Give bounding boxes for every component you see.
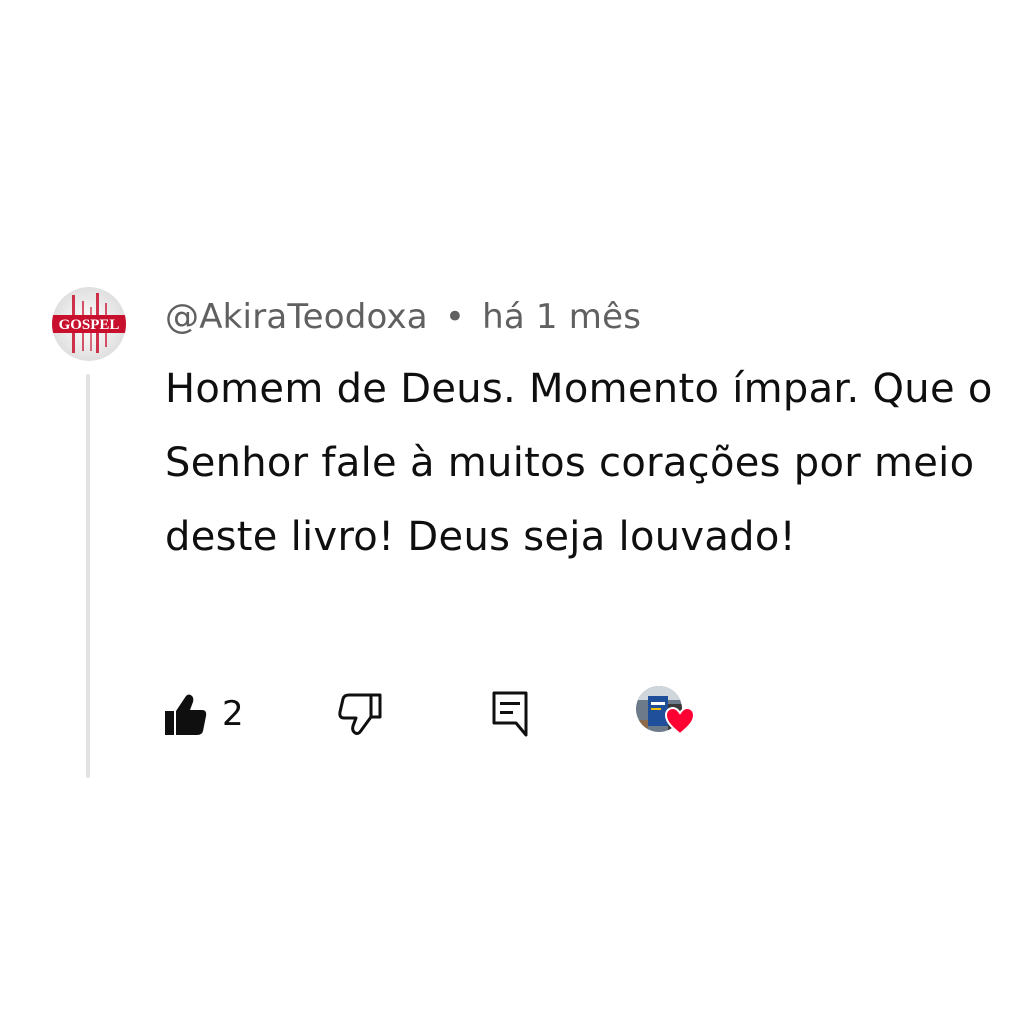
reply-button[interactable] [490, 684, 530, 744]
meta-separator: • [444, 297, 466, 337]
reply-comment-icon [492, 691, 528, 737]
thread-line [86, 374, 90, 778]
gospel-logo-icon: GOSPEL [52, 287, 126, 361]
comment-timestamp[interactable]: há 1 mês [482, 297, 641, 337]
comment-body: Homem de Deus. Momento ímpar. Que o Senh… [165, 366, 993, 560]
creator-heart-icon [664, 706, 696, 736]
comment-meta: @AkiraTeodoxa • há 1 mês [165, 295, 641, 339]
thumbs-down-outline-icon [338, 693, 382, 735]
author-avatar[interactable]: GOSPEL [52, 287, 126, 361]
like-button[interactable]: 2 [162, 684, 244, 744]
author-handle[interactable]: @AkiraTeodoxa [165, 297, 428, 337]
thumbs-up-filled-icon [165, 694, 207, 735]
like-count: 2 [222, 694, 244, 734]
comment-thread: GOSPEL @AkiraTeodoxa • há 1 mês Homem de… [0, 0, 1024, 1024]
creator-heart-badge [636, 684, 700, 744]
svg-text:GOSPEL: GOSPEL [59, 317, 120, 333]
dislike-button[interactable] [336, 684, 384, 744]
